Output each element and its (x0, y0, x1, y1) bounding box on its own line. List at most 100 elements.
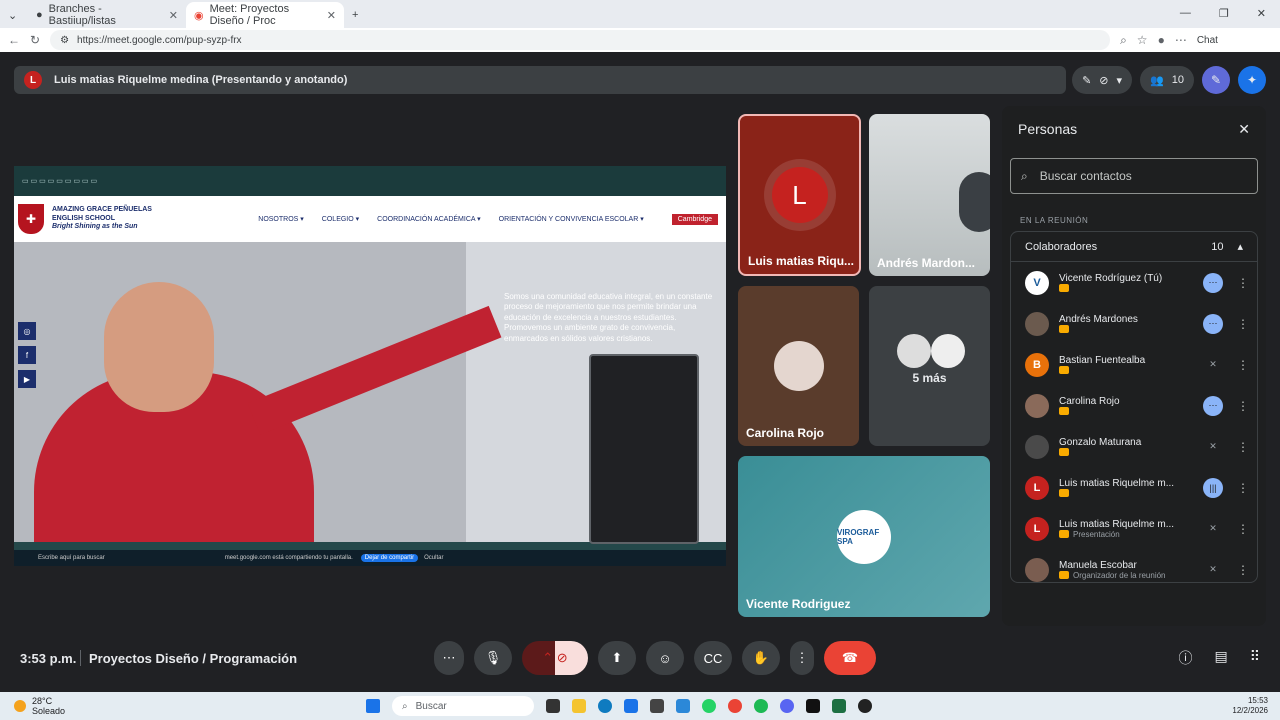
emoji-button[interactable]: ☺ (646, 641, 684, 675)
taskbar-clock[interactable]: 15:53 12/2/2026 (1232, 696, 1268, 715)
more-vert-icon[interactable]: ⋮ (1233, 399, 1253, 413)
task-view-icon[interactable] (546, 699, 560, 713)
url-text: https://meet.google.com/pup-syzp-frx (77, 34, 242, 46)
chevron-up-icon[interactable]: ▴ (1237, 240, 1243, 253)
audio-status-icon: ⋯ (1203, 272, 1223, 293)
zoom-icon[interactable]: ⌕ (1120, 33, 1127, 48)
terminal-icon[interactable] (650, 699, 664, 713)
file-explorer-icon[interactable] (572, 699, 586, 713)
tile-andres[interactable]: Andrés Mardon... (869, 114, 990, 276)
tab-meet[interactable]: ◉ Meet: Proyectos Diseño / Proc ✕ (186, 2, 344, 28)
more-vert-icon[interactable]: ⋮ (1233, 481, 1253, 495)
capcut-icon[interactable] (806, 699, 820, 713)
chrome-icon[interactable] (728, 699, 742, 713)
participant-row[interactable]: L Luis matias Riquelme m... Presentación ✕ ⋮ (1011, 508, 1257, 549)
captions-button[interactable]: CC (694, 641, 732, 675)
layout-controls[interactable]: ✎ ⊘ ▾ (1072, 66, 1133, 94)
maximize-icon[interactable]: ❐ (1219, 7, 1229, 20)
taskbar-search[interactable]: ⌕ Buscar (392, 696, 534, 716)
search-contacts[interactable]: ⌕ Buscar contactos (1010, 158, 1258, 194)
discord-icon[interactable] (780, 699, 794, 713)
more-vert-icon[interactable]: ⋮ (1233, 440, 1253, 454)
stop-sharing-button[interactable]: Dejar de compartir (360, 554, 419, 562)
tile-more[interactable]: 5 más (869, 286, 990, 446)
reload-icon[interactable]: ↻ (30, 33, 40, 47)
minimize-icon[interactable]: — (1180, 7, 1191, 20)
hide-link[interactable]: Ocultar (424, 555, 443, 561)
menu-icon[interactable]: ⋯ (1175, 33, 1187, 47)
close-icon[interactable]: ✕ (1238, 121, 1250, 138)
activities-icon[interactable]: ⠿ (1250, 648, 1260, 668)
start-icon[interactable] (366, 699, 380, 713)
group-header[interactable]: Colaboradores 10 ▴ (1011, 232, 1257, 262)
excel-icon[interactable] (832, 699, 846, 713)
school-tagline: Bright Shining as the Sun (52, 223, 138, 231)
tile-luis[interactable]: L Luis matias Riqu... (738, 114, 861, 276)
info-icon[interactable]: ⓘ (1179, 648, 1193, 668)
participant-row[interactable]: Gonzalo Maturana ✕ ⋮ (1011, 426, 1257, 467)
participant-row[interactable]: L Luis matias Riquelme m... ||| ⋮ (1011, 467, 1257, 508)
pen-icon[interactable]: ✎ (1202, 66, 1230, 94)
annotate-icon[interactable]: ✎ (1082, 74, 1091, 87)
chat-icon[interactable]: ▤ (1215, 648, 1228, 668)
profile-avatar[interactable]: ● (1158, 33, 1165, 47)
participant-row[interactable]: Carolina Rojo ⋯ ⋮ (1011, 385, 1257, 426)
more-options-button[interactable]: ⋯ (434, 641, 464, 675)
tab-list-button[interactable]: ⌄ (0, 2, 28, 28)
nav-item[interactable]: ORIENTACIÓN Y CONVIVENCIA ESCOLAR ▾ (499, 215, 644, 223)
participant-row[interactable]: Manuela Escobar Organizador de la reunión… (1011, 549, 1257, 582)
edge-icon[interactable] (598, 699, 612, 713)
school-name: AMAZING GRACE PEÑUELAS (52, 206, 152, 214)
more-vert-icon[interactable]: ⋮ (1233, 317, 1253, 331)
hangup-button[interactable]: ☎ (824, 641, 876, 675)
hide-icon[interactable]: ⊘ (1099, 74, 1108, 87)
new-tab-button[interactable]: + (344, 2, 366, 28)
more-vert-icon[interactable]: ⋮ (1233, 522, 1253, 536)
school-crest-icon: ✚ (18, 204, 44, 234)
youtube-icon[interactable]: ▶ (18, 370, 36, 388)
camera-button[interactable]: ⌃ ⊘ (522, 641, 588, 675)
more-vert-icon[interactable]: ⋮ (1233, 563, 1253, 577)
participant-count: 10 (1171, 74, 1184, 86)
close-icon[interactable]: ✕ (327, 9, 336, 22)
weather-widget[interactable]: 28°C Soleado (14, 696, 65, 716)
store-icon[interactable] (676, 699, 690, 713)
instagram-icon[interactable]: ◎ (18, 322, 36, 340)
back-icon[interactable]: ← (8, 33, 20, 47)
gemini-icon[interactable]: ✦ (1238, 66, 1266, 94)
url-field[interactable]: ⚙ https://meet.google.com/pup-syzp-frx (50, 30, 1111, 50)
github-desktop-icon[interactable] (858, 699, 872, 713)
nav-item[interactable]: COLEGIO ▾ (322, 215, 359, 223)
site-info-icon[interactable]: ⚙ (60, 35, 69, 46)
outlook-icon[interactable] (624, 699, 638, 713)
more-vert-icon[interactable]: ⋮ (1233, 276, 1253, 290)
spotify-icon[interactable] (754, 699, 768, 713)
nav-item[interactable]: NOSOTROS ▾ (258, 215, 304, 223)
present-button[interactable]: ⬆ (598, 641, 636, 675)
tab-branches[interactable]: ● Branches - Bastiiup/listas ✕ (28, 2, 186, 28)
chat-button[interactable]: Chat (1197, 35, 1218, 46)
close-window-icon[interactable]: ✕ (1257, 7, 1266, 20)
tile-carolina[interactable]: Carolina Rojo (738, 286, 859, 446)
mic-button[interactable]: 🎙 (474, 641, 512, 675)
participants-button[interactable]: 👥 10 (1140, 66, 1194, 94)
participant-row[interactable]: B Bastian Fuentealba ✕ ⋮ (1011, 344, 1257, 385)
clock-time: 15:53 (1247, 696, 1268, 706)
badge-icon (1059, 325, 1069, 333)
panel-title: Personas (1018, 121, 1078, 137)
facebook-icon[interactable]: f (18, 346, 36, 364)
nav-item[interactable]: COORDINACIÓN ACADÉMICA ▾ (377, 215, 480, 223)
participant-row[interactable]: Andrés Mardones ⋯ ⋮ (1011, 303, 1257, 344)
tile-vicente[interactable]: VIROGRAF SPA Vicente Rodriguez (738, 456, 990, 617)
more-vert-button[interactable]: ⋮ (790, 641, 814, 675)
address-bar-row: ← ↻ ⚙ https://meet.google.com/pup-syzp-f… (0, 28, 1280, 52)
close-icon[interactable]: ✕ (169, 9, 178, 22)
badge-icon (1059, 284, 1069, 292)
more-vert-icon[interactable]: ⋮ (1233, 358, 1253, 372)
raise-hand-button[interactable]: ✋ (742, 641, 780, 675)
chevron-down-icon[interactable]: ▾ (1117, 74, 1123, 87)
participant-row[interactable]: V Vicente Rodríguez (Tú) ⋯ ⋮ (1011, 262, 1257, 303)
temperature: 28°C (32, 696, 53, 706)
whatsapp-icon[interactable] (702, 699, 716, 713)
star-icon[interactable]: ☆ (1137, 33, 1148, 47)
